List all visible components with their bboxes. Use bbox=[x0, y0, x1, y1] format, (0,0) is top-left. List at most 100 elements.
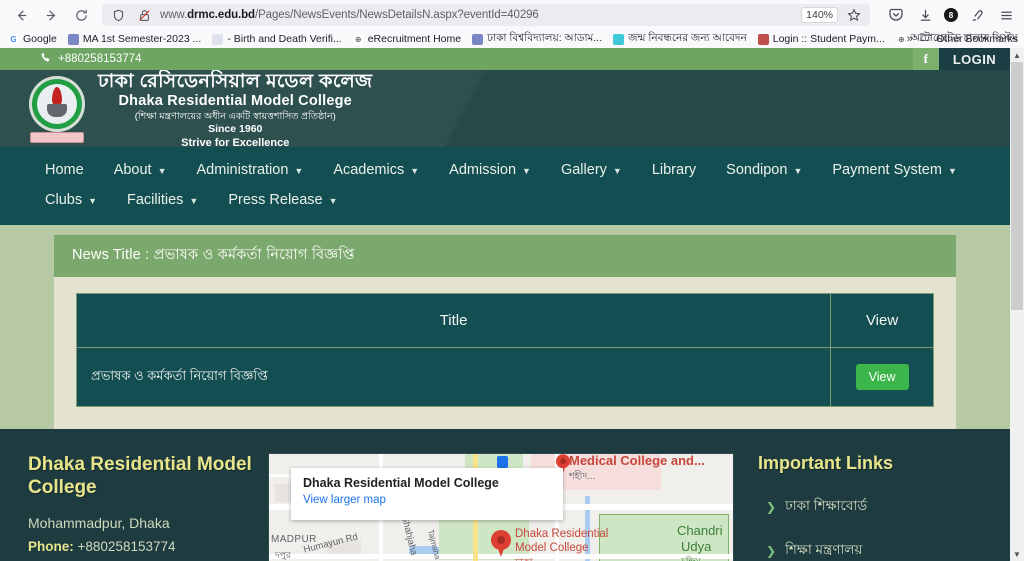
nav-item-about[interactable]: About ▼ bbox=[101, 155, 180, 185]
chevron-down-icon: ▼ bbox=[88, 196, 97, 206]
nav-item-admission[interactable]: Admission ▼ bbox=[436, 155, 544, 185]
bookmark-item[interactable]: ঢাকা বিশ্ববিদ্যালয়: আডাম... bbox=[472, 31, 602, 48]
bookmark-item[interactable]: G Google bbox=[8, 33, 57, 45]
map-label-drmc-line2: Model College bbox=[515, 542, 589, 554]
google-map[interactable]: Humayun Rd Shahjaha Tajmaha MADPUR দপুর … bbox=[268, 453, 734, 561]
pocket-icon[interactable] bbox=[886, 5, 906, 25]
extension-badge-icon[interactable]: 8 bbox=[944, 8, 958, 22]
footer-college-name: Dhaka Residential Model College bbox=[28, 454, 252, 498]
bookmark-favicon-ma-semester bbox=[67, 33, 79, 45]
nav-item-academics[interactable]: Academics ▼ bbox=[320, 155, 432, 185]
zoom-level-badge[interactable]: 140% bbox=[801, 7, 838, 23]
bookmarks-right: » 🗁 Other Bookmarks bbox=[907, 31, 1018, 48]
footer-contact-column: Dhaka Residential Model College Mohammad… bbox=[0, 453, 268, 561]
bookmark-favicon-erecruitment: ⊕ bbox=[352, 33, 364, 45]
bookmark-item[interactable]: ⊕ eRecruitment Home bbox=[352, 33, 462, 45]
bookmark-star-icon[interactable] bbox=[844, 5, 864, 25]
nav-label: Home bbox=[45, 162, 84, 178]
view-larger-map-link[interactable]: View larger map bbox=[303, 494, 551, 506]
nav-item-facilities[interactable]: Facilities ▼ bbox=[114, 185, 211, 215]
map-label-madpur-bn: দপুর bbox=[275, 550, 291, 560]
bookmark-item[interactable]: জন্ম নিবন্ধনের জন্য আবেদন bbox=[613, 31, 747, 48]
facebook-icon[interactable]: f bbox=[912, 48, 939, 70]
back-button[interactable] bbox=[8, 2, 34, 28]
nav-row-1: Home About ▼ Administration ▼ Academics ▼ A… bbox=[0, 155, 1010, 185]
bookmark-label: eRecruitment Home bbox=[367, 33, 462, 45]
news-detail-card: News Title : প্রভাষক ও কর্মকর্তা নিয়োগ … bbox=[54, 235, 956, 429]
footer-map-column: Humayun Rd Shahjaha Tajmaha MADPUR দপুর … bbox=[268, 453, 738, 561]
url-domain: drmc.edu.bd bbox=[187, 9, 255, 21]
map-transit-icon bbox=[497, 456, 508, 468]
table-header-view: View bbox=[830, 293, 934, 348]
important-link-item[interactable]: ❯ ঢাকা শিক্ষাবোর্ড bbox=[758, 495, 893, 518]
nav-label: Gallery bbox=[560, 162, 607, 178]
brand-subtitle-bn: (শিক্ষা মন্ত্রণালয়ের অধীন একটি স্বায়ত্… bbox=[134, 110, 336, 122]
map-label-madpur: MADPUR bbox=[271, 534, 317, 545]
bookmark-item[interactable]: MA 1st Semester-2023 ... bbox=[67, 33, 201, 45]
bookmark-favicon-automated-challan: ⊕ bbox=[895, 33, 907, 45]
site-topbar: +880258153774 f LOGIN bbox=[0, 48, 1010, 70]
map-label-chandrima-2: Udya bbox=[681, 539, 712, 554]
site-masthead: ঢাকা রেসিডেনসিয়াল মডেল কলেজ Dhaka Resid… bbox=[0, 70, 1010, 147]
bookmark-favicon-birth-registration bbox=[613, 33, 625, 45]
brand[interactable]: ঢাকা রেসিডেনসিয়াল মডেল কলেজ Dhaka Resid… bbox=[0, 70, 1010, 147]
bookmark-item[interactable]: Login :: Student Paym... bbox=[757, 33, 885, 45]
page-content: +880258153774 f LOGIN ঢাকা রেসিডেনসিয়াল… bbox=[0, 48, 1010, 561]
map-label-chandrima-1: Chandri bbox=[677, 523, 723, 538]
map-label-medical-college: Medical College and... bbox=[569, 453, 705, 468]
nav-item-payment-system[interactable]: Payment System ▼ bbox=[819, 155, 970, 185]
nav-label: Academics bbox=[333, 162, 405, 178]
content-band: News Title : প্রভাষক ও কর্মকর্তা নিয়োগ … bbox=[0, 225, 1010, 429]
nav-item-press-release[interactable]: Press Release ▼ bbox=[215, 185, 350, 215]
bookmark-label: Login :: Student Paym... bbox=[772, 33, 885, 45]
url-path: /Pages/NewsEvents/NewsDetailsN.aspx?even… bbox=[254, 9, 539, 21]
bookmarks-overflow-chevron-icon[interactable]: » bbox=[907, 33, 913, 45]
topbar-phone[interactable]: +880258153774 bbox=[40, 52, 141, 66]
bookmark-label: - Birth and Death Verifi... bbox=[227, 33, 342, 45]
nav-label: About bbox=[113, 162, 152, 178]
map-pin-drmc[interactable] bbox=[491, 530, 511, 558]
bookmark-label: ঢাকা বিশ্ববিদ্যালয়: আডাম... bbox=[487, 31, 603, 44]
address-bar[interactable]: www.drmc.edu.bd/Pages/NewsEvents/NewsDet… bbox=[102, 4, 870, 26]
chevron-down-icon: ▼ bbox=[612, 166, 622, 176]
forward-button[interactable] bbox=[38, 2, 64, 28]
nav-label: Press Release bbox=[228, 192, 323, 208]
no-tracking-icon[interactable] bbox=[134, 5, 154, 25]
chevron-down-icon: ▼ bbox=[522, 166, 531, 176]
chevron-down-icon: ▼ bbox=[328, 196, 338, 206]
map-label-drmc-line1: Dhaka Residential bbox=[515, 528, 609, 540]
table-header-title: Title bbox=[75, 293, 832, 348]
map-label-chandrima-bn-1: চন্দ্রিম bbox=[681, 556, 701, 561]
menu-icon[interactable] bbox=[996, 5, 1016, 25]
other-bookmarks-label: Other Bookmarks bbox=[936, 33, 1018, 45]
login-button[interactable]: LOGIN bbox=[938, 48, 1010, 70]
table-cell-title: প্রভাষক ও কর্মকর্তা নিয়োগ বিজ্ঞপ্তি bbox=[75, 347, 832, 407]
other-bookmarks-folder[interactable]: 🗁 Other Bookmarks bbox=[920, 31, 1018, 48]
nav-item-home[interactable]: Home bbox=[32, 155, 97, 185]
footer-phone-value: +880258153774 bbox=[77, 539, 176, 554]
nav-item-administration[interactable]: Administration ▼ bbox=[184, 155, 317, 185]
bookmark-item[interactable]: - Birth and Death Verifi... bbox=[212, 33, 342, 45]
view-button[interactable]: View bbox=[855, 364, 909, 390]
page-scrollbar[interactable]: ▲ ▼ bbox=[1010, 48, 1024, 561]
nav-item-clubs[interactable]: Clubs ▼ bbox=[32, 185, 110, 215]
important-link-item[interactable]: ❯ শিক্ষা মন্ত্রণালয় bbox=[758, 539, 893, 561]
download-icon[interactable] bbox=[915, 5, 935, 25]
nav-item-gallery[interactable]: Gallery ▼ bbox=[548, 155, 635, 185]
shield-icon[interactable] bbox=[108, 5, 128, 25]
scrollbar-thumb[interactable] bbox=[1011, 62, 1023, 310]
bookmark-label: জন্ম নিবন্ধনের জন্য আবেদন bbox=[628, 31, 747, 44]
bookmark-favicon-dhaka-university bbox=[472, 33, 484, 45]
footer-address: Mohammadpur, Dhaka bbox=[28, 515, 170, 531]
table-row: প্রভাষক ও কর্মকর্তা নিয়োগ বিজ্ঞপ্তি Vie… bbox=[75, 347, 934, 407]
nav-item-sondipon[interactable]: Sondipon ▼ bbox=[713, 155, 815, 185]
nav-item-library[interactable]: Library bbox=[639, 155, 709, 185]
browser-toolbar: www.drmc.edu.bd/Pages/NewsEvents/NewsDet… bbox=[0, 0, 1024, 30]
account-icon[interactable] bbox=[967, 5, 987, 25]
important-link-label: ঢাকা শিক্ষাবোর্ড bbox=[785, 498, 868, 513]
scroll-up-arrow-icon[interactable]: ▲ bbox=[1010, 48, 1024, 62]
reload-button[interactable] bbox=[68, 2, 94, 28]
nav-label: Sondipon bbox=[726, 162, 788, 178]
bookmark-favicon-google: G bbox=[8, 33, 19, 45]
scroll-down-arrow-icon[interactable]: ▼ bbox=[1010, 547, 1024, 561]
